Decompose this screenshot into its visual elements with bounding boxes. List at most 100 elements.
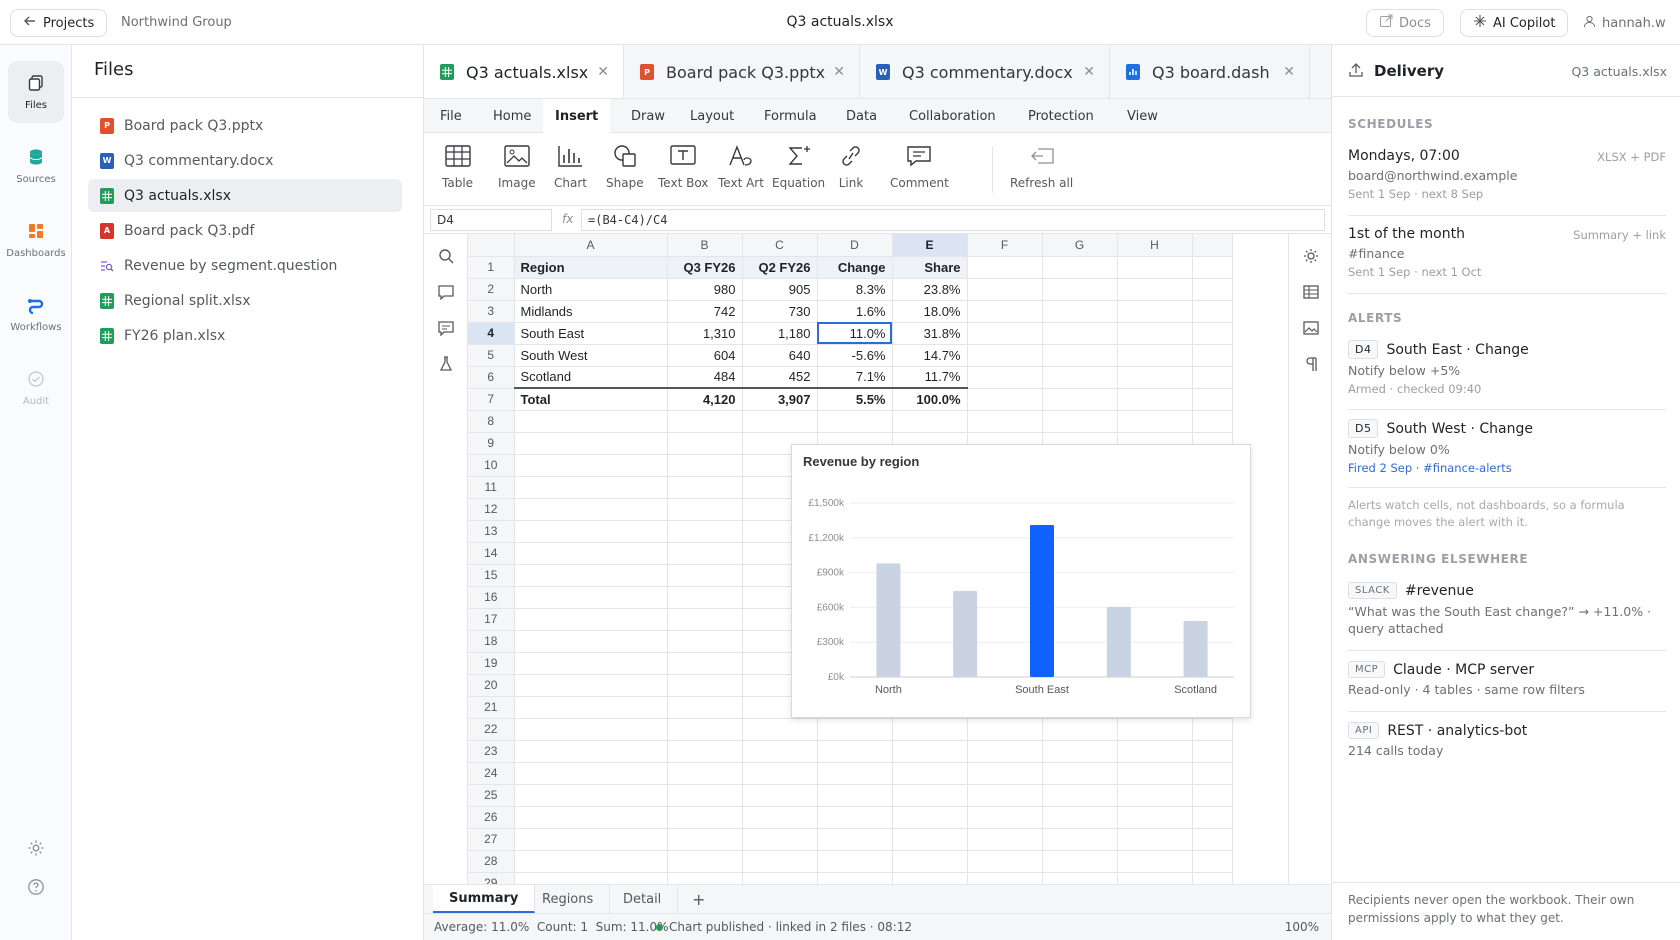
row-header[interactable]: 6: [468, 366, 515, 389]
cell[interactable]: [514, 564, 668, 587]
schedule-item[interactable]: 1st of the month Summary + link #finance…: [1348, 226, 1666, 279]
cell[interactable]: [1117, 278, 1193, 301]
search-icon[interactable]: [436, 246, 456, 266]
rail-item-files[interactable]: Files: [8, 61, 64, 123]
insert-table-button[interactable]: Table: [442, 145, 473, 190]
cell[interactable]: [1042, 828, 1118, 851]
tab-board-pack[interactable]: P Board pack Q3.pptx ✕: [624, 45, 860, 98]
cell[interactable]: [514, 872, 668, 884]
cell[interactable]: [892, 806, 968, 829]
row-header[interactable]: 29: [468, 872, 515, 884]
rail-item-dashboards[interactable]: Dashboards: [6, 209, 66, 271]
cell[interactable]: 18.0%: [892, 300, 968, 323]
alert-item[interactable]: D4 South East · Change Notify below +5% A…: [1348, 340, 1666, 396]
tab-q3-commentary[interactable]: W Q3 commentary.docx ✕: [860, 45, 1110, 98]
cell[interactable]: 3,907: [742, 387, 818, 411]
cell[interactable]: 604: [667, 344, 743, 367]
insert-chart-button[interactable]: Chart: [554, 145, 587, 190]
cell[interactable]: [1042, 366, 1118, 389]
cell[interactable]: [1117, 388, 1193, 411]
cell[interactable]: [1117, 762, 1193, 785]
cell[interactable]: [817, 740, 893, 763]
cell[interactable]: [742, 872, 818, 884]
cell[interactable]: 905: [742, 278, 818, 301]
row-header[interactable]: 4: [468, 322, 515, 345]
cell[interactable]: [742, 762, 818, 785]
cell[interactable]: [1042, 762, 1118, 785]
cell[interactable]: 452: [742, 366, 818, 389]
ribbon-tab-formula[interactable]: Formula: [752, 99, 829, 133]
active-cell[interactable]: 11.0%: [817, 322, 893, 345]
cell[interactable]: [667, 828, 743, 851]
cell[interactable]: [1192, 718, 1233, 741]
cell[interactable]: [967, 344, 1043, 367]
cell[interactable]: [667, 542, 743, 565]
cell[interactable]: [1042, 300, 1118, 323]
row-header[interactable]: 7: [468, 388, 515, 411]
cell[interactable]: 23.8%: [892, 278, 968, 301]
file-item[interactable]: FY26 plan.xlsx: [88, 319, 402, 352]
cell[interactable]: Total: [514, 387, 668, 411]
ribbon-tab-draw[interactable]: Draw: [619, 99, 677, 133]
cell[interactable]: [514, 652, 668, 675]
cell[interactable]: [667, 410, 743, 433]
cell[interactable]: [1192, 762, 1233, 785]
projects-button[interactable]: Projects: [10, 9, 108, 37]
ai-copilot-button[interactable]: AI Copilot: [1460, 9, 1569, 37]
schedule-item[interactable]: Mondays, 07:00 XLSX + PDF board@northwin…: [1348, 148, 1666, 201]
org-name[interactable]: Northwind Group: [121, 15, 232, 30]
cell[interactable]: [892, 828, 968, 851]
cell[interactable]: [967, 278, 1043, 301]
row-header[interactable]: 25: [468, 784, 515, 807]
row-header[interactable]: 21: [468, 696, 515, 719]
cell[interactable]: [1192, 828, 1233, 851]
file-item[interactable]: Revenue by segment.question: [88, 249, 402, 282]
file-item[interactable]: A Board pack Q3.pdf: [88, 214, 402, 247]
cell[interactable]: [514, 410, 668, 433]
column-header[interactable]: [1192, 234, 1233, 257]
cell[interactable]: [514, 718, 668, 741]
cell[interactable]: [967, 872, 1043, 884]
row-header[interactable]: 8: [468, 410, 515, 433]
cell[interactable]: [1192, 872, 1233, 884]
ribbon-tab-collaboration[interactable]: Collaboration: [897, 99, 1008, 133]
cell[interactable]: [1192, 784, 1233, 807]
alert-item[interactable]: D5 South West · Change Notify below 0% Fi…: [1348, 419, 1666, 475]
cell[interactable]: [667, 520, 743, 543]
cell[interactable]: [514, 630, 668, 653]
column-header[interactable]: E: [892, 234, 968, 257]
insert-link-button[interactable]: Link: [838, 145, 864, 190]
row-header[interactable]: 20: [468, 674, 515, 697]
cell[interactable]: [1042, 410, 1118, 433]
cell[interactable]: [967, 388, 1043, 411]
cell[interactable]: [667, 630, 743, 653]
cell[interactable]: [667, 850, 743, 873]
channel-item[interactable]: MCP Claude · MCP server Read-only · 4 tab…: [1348, 661, 1666, 697]
cell[interactable]: [742, 850, 818, 873]
column-header[interactable]: A: [514, 234, 668, 257]
chat-icon[interactable]: [436, 318, 456, 338]
cell[interactable]: [817, 784, 893, 807]
cell[interactable]: [817, 762, 893, 785]
cell[interactable]: [514, 586, 668, 609]
cell[interactable]: [1192, 366, 1233, 389]
cell[interactable]: [817, 850, 893, 873]
cell[interactable]: [967, 300, 1043, 323]
file-item[interactable]: W Q3 commentary.docx: [88, 144, 402, 177]
cell[interactable]: [514, 740, 668, 763]
cell[interactable]: [514, 520, 668, 543]
ribbon-tab-view[interactable]: View: [1115, 99, 1170, 133]
row-header[interactable]: 19: [468, 652, 515, 675]
cell[interactable]: [1117, 784, 1193, 807]
row-header[interactable]: 1: [468, 256, 515, 279]
cell[interactable]: [1117, 410, 1193, 433]
cell[interactable]: [1042, 784, 1118, 807]
cell[interactable]: [1042, 322, 1118, 345]
ribbon-tab-file[interactable]: File: [428, 99, 474, 133]
tab-q3-actuals[interactable]: Q3 actuals.xlsx ✕: [424, 45, 624, 98]
cell[interactable]: [967, 828, 1043, 851]
row-header[interactable]: 12: [468, 498, 515, 521]
ribbon-tab-layout[interactable]: Layout: [678, 99, 746, 133]
insert-comment-button[interactable]: Comment: [890, 145, 949, 190]
ribbon-tab-home[interactable]: Home: [481, 99, 543, 133]
